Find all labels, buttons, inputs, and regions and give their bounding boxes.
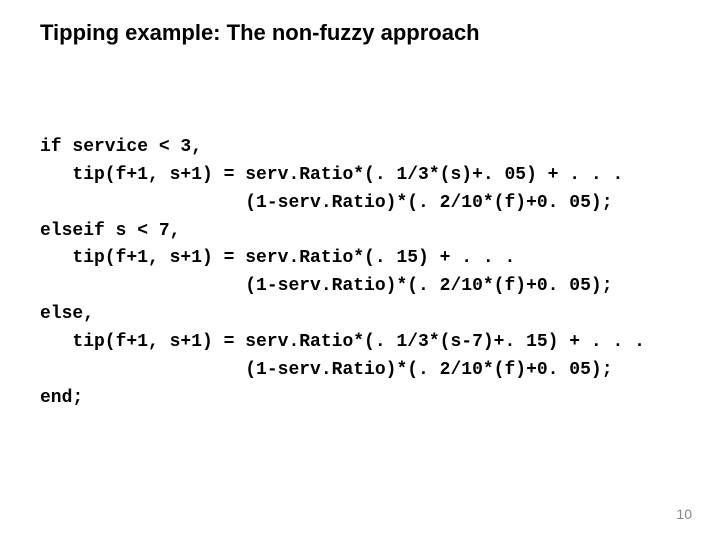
code-block: if service < 3, tip(f+1, s+1) = serv.Rat… [40, 106, 690, 413]
code-line: tip(f+1, s+1) = serv.Ratio*(. 1/3*(s)+. … [40, 165, 623, 185]
code-line: (1-serv.Ratio)*(. 2/10*(f)+0. 05); [40, 360, 613, 380]
code-line: (1-serv.Ratio)*(. 2/10*(f)+0. 05); [40, 276, 613, 296]
code-line: if service < 3, [40, 137, 202, 157]
page-number: 10 [676, 506, 692, 522]
slide: Tipping example: The non-fuzzy approach … [0, 0, 720, 540]
code-line: (1-serv.Ratio)*(. 2/10*(f)+0. 05); [40, 193, 613, 213]
code-line: tip(f+1, s+1) = serv.Ratio*(. 1/3*(s-7)+… [40, 332, 645, 352]
code-line: else, [40, 304, 94, 324]
code-line: tip(f+1, s+1) = serv.Ratio*(. 15) + . . … [40, 248, 515, 268]
slide-title: Tipping example: The non-fuzzy approach [40, 20, 690, 46]
code-line: elseif s < 7, [40, 221, 180, 241]
code-line: end; [40, 388, 83, 408]
